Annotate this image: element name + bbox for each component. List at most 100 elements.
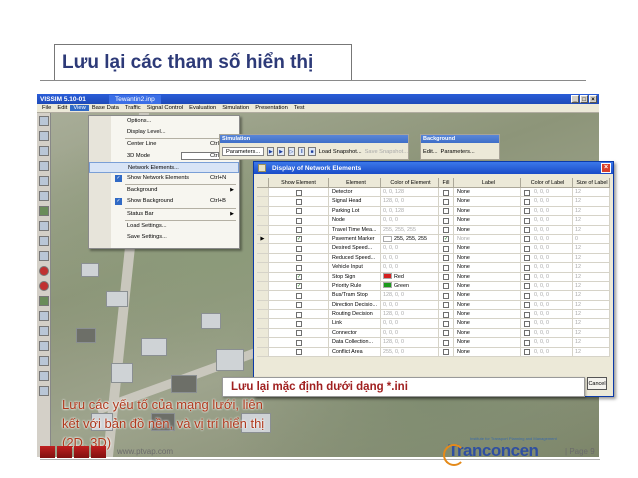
fill-checkbox[interactable] xyxy=(443,198,449,205)
show-element-checkbox[interactable] xyxy=(296,189,302,196)
label-cell[interactable]: None xyxy=(454,216,521,225)
label-cell[interactable]: None xyxy=(454,347,521,357)
label-size-cell[interactable]: 12 xyxy=(573,253,610,263)
menu-item-load-settings[interactable]: Load Settings... xyxy=(89,221,239,232)
fill-checkbox[interactable] xyxy=(443,349,449,356)
label-size-cell[interactable]: 12 xyxy=(573,244,610,253)
measure-tool-icon[interactable] xyxy=(39,161,49,171)
background-parameters-button[interactable]: Parameters... xyxy=(441,149,475,155)
menu-evaluation[interactable]: Evaluation xyxy=(186,105,219,111)
label-color-cell[interactable]: 0, 0, 0 xyxy=(521,188,573,197)
show-element-checkbox[interactable] xyxy=(296,292,302,299)
bus-stop-icon[interactable] xyxy=(39,371,49,381)
element-color-cell[interactable]: 0, 0, 0 xyxy=(381,300,439,310)
label-cell[interactable]: None xyxy=(454,300,521,310)
pan-tool-icon[interactable] xyxy=(39,146,49,156)
table-row[interactable]: Travel Time Mea... 255, 255, 255 None 0, 0,… xyxy=(257,225,610,235)
menu-presentation[interactable]: Presentation xyxy=(252,105,291,111)
table-row[interactable]: Detector 0, 0, 128 None 0, 0, 0 12 xyxy=(257,188,610,198)
show-element-checkbox[interactable]: ✓ xyxy=(296,236,302,243)
menu-item-status-bar[interactable]: Status Bar ▶ xyxy=(89,209,239,220)
row-selector[interactable] xyxy=(257,188,269,197)
label-color-checkbox[interactable] xyxy=(524,311,530,318)
label-color-cell[interactable]: 0, 0, 0 xyxy=(521,216,573,225)
label-color-checkbox[interactable] xyxy=(524,236,530,243)
menu-item-background[interactable]: Background ▶ xyxy=(89,185,239,196)
label-cell[interactable]: None xyxy=(454,272,521,281)
show-element-checkbox[interactable] xyxy=(296,330,302,337)
save-snapshot-button[interactable]: Save Snapshot... xyxy=(365,149,408,155)
show-element-checkbox[interactable] xyxy=(296,302,302,309)
minimize-button[interactable]: _ xyxy=(571,95,579,103)
menu-traffic[interactable]: Traffic xyxy=(122,105,144,111)
close-window-button[interactable]: × xyxy=(589,95,597,103)
column-header[interactable]: Show Element xyxy=(269,178,329,187)
cancel-button[interactable]: Cancel xyxy=(587,377,607,390)
label-cell[interactable]: None xyxy=(454,253,521,263)
label-cell[interactable]: None xyxy=(454,263,521,272)
label-color-checkbox[interactable] xyxy=(524,330,530,337)
table-row[interactable]: Desired Speed... 0, 0, 0 None 0, 0, 0 12 xyxy=(257,244,610,254)
element-color-cell[interactable]: 128, 0, 0 xyxy=(381,197,439,206)
label-color-checkbox[interactable] xyxy=(524,217,530,224)
row-selector[interactable] xyxy=(257,206,269,216)
show-element-checkbox[interactable] xyxy=(296,264,302,271)
show-element-checkbox[interactable] xyxy=(296,227,302,234)
label-size-cell[interactable]: 12 xyxy=(573,319,610,328)
label-size-cell[interactable]: 12 xyxy=(573,272,610,281)
menu-item-options[interactable]: Options... xyxy=(89,116,239,127)
label-size-cell[interactable]: 12 xyxy=(573,225,610,234)
label-size-cell[interactable]: 12 xyxy=(573,188,610,197)
label-color-checkbox[interactable] xyxy=(524,274,530,281)
footer-url[interactable]: www.ptvap.com xyxy=(117,447,173,456)
menu-item-network-elements[interactable]: Network Elements... xyxy=(89,161,239,173)
menu-item-3d-mode[interactable]: 3D ModeCtrl+D xyxy=(89,151,239,162)
dialog-close-button[interactable]: × xyxy=(601,163,611,173)
row-selector[interactable] xyxy=(257,291,269,300)
column-header[interactable]: Color of Label xyxy=(521,178,573,187)
show-element-checkbox[interactable]: ✓ xyxy=(296,274,302,281)
fill-checkbox[interactable]: ✓ xyxy=(443,236,449,243)
label-cell[interactable]: None xyxy=(454,291,521,300)
label-cell[interactable]: None xyxy=(454,281,521,291)
row-selector[interactable] xyxy=(257,272,269,281)
row-selector[interactable] xyxy=(257,310,269,319)
element-color-cell[interactable]: Red xyxy=(381,272,439,281)
table-row[interactable]: Vehicle Input 0, 0, 0 None 0, 0, 0 12 xyxy=(257,263,610,273)
element-color-cell[interactable]: 128, 0, 0 xyxy=(381,310,439,319)
menu-item-show-background[interactable]: ✓ Show Background Ctrl+B xyxy=(89,196,239,207)
label-size-cell[interactable]: 12 xyxy=(573,291,610,300)
table-row[interactable]: Node 0, 0, 0 None 0, 0, 0 12 xyxy=(257,216,610,226)
simulation-parameters-button[interactable]: Parameters... xyxy=(222,147,265,156)
stop-icon[interactable]: ■ xyxy=(308,147,316,156)
priority-rule-icon[interactable] xyxy=(39,281,49,291)
fill-checkbox[interactable] xyxy=(443,292,449,299)
travel-time-icon[interactable] xyxy=(39,356,49,366)
menu-edit[interactable]: Edit xyxy=(54,105,70,111)
element-color-cell[interactable]: 255, 0, 0 xyxy=(381,347,439,357)
label-color-checkbox[interactable] xyxy=(524,320,530,327)
show-element-checkbox[interactable]: ✓ xyxy=(296,283,302,290)
fill-checkbox[interactable] xyxy=(443,311,449,318)
label-cell[interactable]: None xyxy=(454,234,521,244)
row-selector[interactable] xyxy=(257,328,269,338)
label-cell[interactable]: None xyxy=(454,338,521,347)
table-row[interactable]: ▶ ✓ Pavement Marker 255, 255, 255 ✓ None 0, 0,… xyxy=(257,234,610,245)
stop-sign-icon[interactable] xyxy=(39,266,49,276)
label-cell[interactable]: None xyxy=(454,197,521,206)
routes-tool-icon[interactable] xyxy=(39,191,49,201)
table-row[interactable]: Direction Decisio... 0, 0, 0 None 0, 0, 0 12 xyxy=(257,300,610,311)
select-tool-icon[interactable] xyxy=(39,116,49,126)
label-color-checkbox[interactable] xyxy=(524,245,530,252)
label-color-cell[interactable]: 0, 0, 0 xyxy=(521,300,573,310)
background-edit-button[interactable]: Edit... xyxy=(423,149,438,155)
table-row[interactable]: Parking Lot 0, 0, 128 None 0, 0, 0 12 xyxy=(257,206,610,217)
fill-checkbox[interactable] xyxy=(443,302,449,309)
table-row[interactable]: Connector 0, 0, 0 None 0, 0, 0 12 xyxy=(257,328,610,339)
label-color-cell[interactable]: 0, 0, 0 xyxy=(521,234,573,244)
label-size-cell[interactable]: 12 xyxy=(573,347,610,357)
fill-checkbox[interactable] xyxy=(443,255,449,262)
fill-checkbox[interactable] xyxy=(443,339,449,346)
play-fast-icon[interactable]: ▶ xyxy=(277,147,285,156)
column-header[interactable]: Label xyxy=(454,178,521,187)
